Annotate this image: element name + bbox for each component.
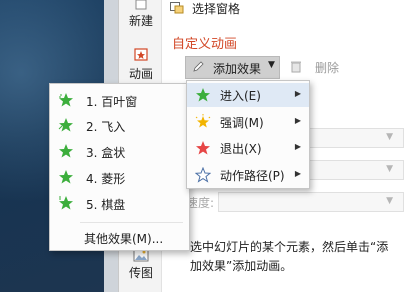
menu-item-label: 1. 百叶窗 bbox=[86, 95, 138, 109]
rail-image-label: 传图 bbox=[128, 266, 153, 280]
hint-text: 选中幻灯片的某个元素，然后单击“添加效果”添加动画。 bbox=[190, 240, 389, 273]
select-pane-label: 选择窗格 bbox=[192, 2, 241, 16]
animation-icon bbox=[134, 48, 148, 61]
rail-animation-label: 动画 bbox=[128, 67, 153, 81]
rail-animation-button[interactable]: 动画 bbox=[119, 48, 163, 82]
chevron-down-icon: ▼ bbox=[386, 196, 393, 206]
menu-item-checkerboard[interactable]: 5. 棋盘 bbox=[50, 192, 189, 216]
menu-item-label: 5. 棋盘 bbox=[86, 198, 126, 212]
menu-item-label: 动作路径(P) bbox=[220, 169, 285, 183]
chevron-right-icon: ▶ bbox=[294, 89, 301, 98]
enter-effects-submenu: 1. 百叶窗 2. 飞入 3. 盒状 4. 菱形 5. 棋盘 其他效果(M)..… bbox=[49, 83, 190, 251]
menu-item-box[interactable]: 3. 盒状 bbox=[50, 140, 189, 164]
yellow-star-emphasis-icon bbox=[195, 114, 211, 128]
green-star-enter-icon bbox=[196, 88, 210, 102]
menu-item-emphasis[interactable]: 强调(M) ▶ bbox=[187, 110, 309, 134]
menu-item-label: 其他效果(M)... bbox=[84, 232, 164, 246]
menu-item-label: 4. 菱形 bbox=[86, 172, 126, 186]
chevron-down-icon: ▼ bbox=[386, 132, 393, 142]
menu-item-label: 2. 飞入 bbox=[86, 120, 126, 134]
menu-item-blinds[interactable]: 1. 百叶窗 bbox=[50, 89, 189, 113]
chevron-down-icon: ▼ bbox=[386, 164, 393, 174]
chevron-right-icon: ▶ bbox=[294, 142, 301, 151]
menu-item-enter[interactable]: 进入(E) ▶ bbox=[187, 83, 309, 107]
menu-item-fly-in[interactable]: 2. 飞入 bbox=[50, 114, 189, 138]
delete-button[interactable]: 删除 bbox=[288, 57, 346, 78]
green-star-icon bbox=[59, 93, 73, 107]
menu-item-label: 3. 盒状 bbox=[86, 146, 126, 160]
green-star-icon bbox=[59, 144, 73, 158]
custom-animation-title: 自定义动画 bbox=[172, 37, 238, 52]
menu-item-label: 退出(X) bbox=[220, 142, 262, 156]
select-pane-icon bbox=[170, 2, 184, 14]
add-effect-label: 添加效果 bbox=[213, 62, 262, 76]
menu-item-more-effects[interactable]: 其他效果(M)... bbox=[50, 226, 189, 250]
green-star-icon bbox=[58, 118, 73, 132]
menu-item-motion-path[interactable]: 动作路径(P) ▶ bbox=[187, 163, 309, 187]
menu-item-label: 强调(M) bbox=[220, 116, 264, 130]
outline-star-path-icon bbox=[195, 167, 211, 183]
chevron-right-icon: ▶ bbox=[294, 116, 301, 125]
rail-new-label: 新建 bbox=[128, 14, 153, 28]
menu-separator bbox=[80, 222, 183, 223]
menu-item-exit[interactable]: 退出(X) ▶ bbox=[187, 136, 309, 160]
rail-new-button[interactable]: 新建 bbox=[119, 0, 163, 29]
green-star-icon bbox=[59, 170, 73, 184]
speed-label: 速度: bbox=[186, 196, 215, 210]
new-doc-icon bbox=[135, 0, 147, 10]
green-star-icon bbox=[59, 196, 73, 210]
add-effect-button[interactable]: 添加效果 ▼ bbox=[185, 56, 280, 79]
menu-item-label: 进入(E) bbox=[220, 89, 261, 103]
menu-item-diamond[interactable]: 4. 菱形 bbox=[50, 166, 189, 190]
add-effect-menu: 进入(E) ▶ 强调(M) ▶ 退出(X) ▶ 动作路径(P) ▶ bbox=[186, 80, 310, 189]
speed-dropdown[interactable]: ▼ bbox=[218, 192, 404, 212]
rail-image-button[interactable]: 传图 bbox=[119, 248, 163, 281]
chevron-right-icon: ▶ bbox=[294, 169, 301, 178]
pencil-icon bbox=[193, 61, 204, 72]
delete-label: 删除 bbox=[315, 61, 340, 75]
trash-icon bbox=[291, 61, 301, 73]
chevron-down-icon: ▼ bbox=[268, 60, 275, 70]
red-star-exit-icon bbox=[196, 141, 210, 155]
